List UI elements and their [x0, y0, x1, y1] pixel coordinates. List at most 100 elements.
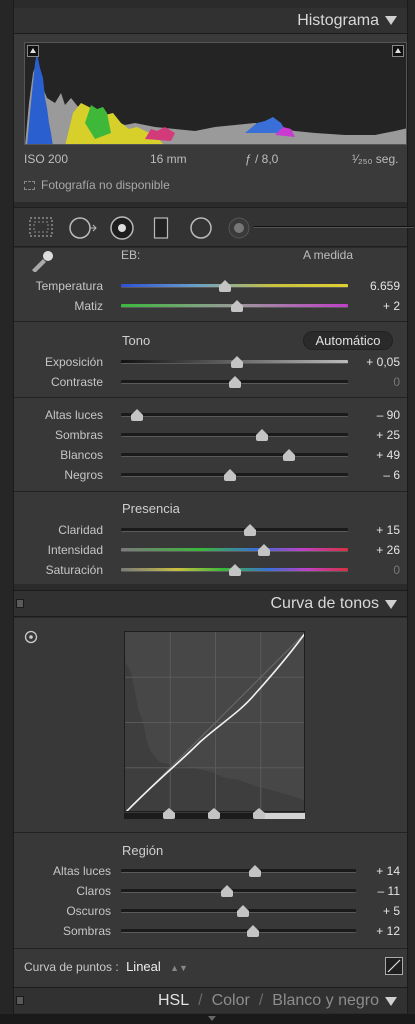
histogram-header[interactable]: Histograma: [14, 8, 407, 34]
highlights-value[interactable]: – 90: [377, 408, 400, 422]
right-scrollbar[interactable]: [407, 0, 415, 1024]
tc-darks-value[interactable]: + 5: [383, 904, 400, 918]
tab-separator: /: [258, 992, 264, 1009]
shadows-track[interactable]: [121, 433, 348, 437]
exposure-row[interactable]: Exposición + 0,05: [14, 352, 407, 372]
tc-shadows-row[interactable]: Sombras + 12: [14, 921, 407, 941]
wb-label: EB:: [121, 248, 141, 262]
tint-value[interactable]: + 2: [383, 299, 400, 313]
vibrance-value[interactable]: + 26: [376, 543, 400, 557]
tint-row[interactable]: Matiz + 2: [14, 296, 407, 316]
tc-darks-row[interactable]: Oscuros + 5: [14, 901, 407, 921]
shadow-clipping-icon[interactable]: [27, 45, 39, 57]
select-arrows-icon[interactable]: ▲▼: [170, 963, 188, 973]
point-curve-select[interactable]: Lineal: [126, 959, 161, 974]
point-curve-label: Curva de puntos :: [24, 960, 119, 974]
saturation-label: Saturación: [45, 563, 103, 577]
temperature-row[interactable]: Temperatura 6.659: [14, 276, 407, 296]
auto-tone-button[interactable]: Automático: [303, 331, 393, 350]
exposure-label: Exposición: [44, 355, 103, 369]
wb-value[interactable]: A medida: [303, 248, 353, 262]
point-curve-row: Curva de puntos : Lineal ▲▼: [24, 959, 188, 974]
vibrance-row[interactable]: Intensidad + 26: [14, 540, 407, 560]
tc-lights-value[interactable]: – 11: [378, 884, 400, 898]
tint-label: Matiz: [74, 299, 103, 313]
tone-curve-title: Curva de tonos: [270, 595, 379, 612]
vibrance-label: Intensidad: [47, 543, 103, 557]
target-adjustment-icon[interactable]: [24, 630, 38, 647]
hsl-tabs: HSL / Color / Blanco y negro: [158, 992, 379, 1010]
clarity-row[interactable]: Claridad + 15: [14, 520, 407, 540]
divider: [14, 321, 407, 322]
tc-lights-label: Claros: [76, 884, 111, 898]
divider: [14, 832, 407, 833]
shadows-label: Sombras: [54, 428, 103, 442]
hsl-header[interactable]: HSL / Color / Blanco y negro: [14, 987, 407, 1013]
crop-overlay-icon[interactable]: [28, 216, 54, 241]
vibrance-track[interactable]: [121, 548, 348, 552]
saturation-row[interactable]: Saturación 0: [14, 560, 407, 580]
spot-removal-icon[interactable]: [68, 216, 100, 243]
shadows-value[interactable]: + 25: [376, 428, 400, 442]
tc-shadows-value[interactable]: + 12: [376, 924, 400, 938]
clarity-value[interactable]: + 15: [376, 523, 400, 537]
histogram-title: Histograma: [297, 12, 379, 29]
exposure-value[interactable]: + 0,05: [366, 355, 400, 369]
highlights-track[interactable]: [121, 413, 348, 417]
aperture: ƒ / 8,0: [245, 152, 279, 166]
edit-point-curve-icon[interactable]: [385, 957, 403, 975]
highlights-row[interactable]: Altas luces – 90: [14, 405, 407, 425]
brush-size-slider[interactable]: [254, 226, 414, 228]
tab-black-white[interactable]: Blanco y negro: [272, 992, 379, 1009]
tone-curve-header[interactable]: Curva de tonos: [14, 590, 407, 617]
highlight-clipping-icon[interactable]: [392, 45, 404, 57]
contrast-label: Contraste: [50, 375, 103, 389]
temperature-value[interactable]: 6.659: [370, 279, 400, 293]
clarity-track[interactable]: [121, 528, 348, 532]
saturation-value[interactable]: 0: [393, 563, 400, 577]
left-edge: [0, 0, 14, 1024]
blacks-label: Negros: [64, 468, 103, 482]
photo-placeholder-icon: [24, 181, 35, 190]
tc-darks-label: Oscuros: [66, 904, 111, 918]
divider: [14, 491, 407, 492]
white-balance-row[interactable]: EB: A medida: [14, 248, 407, 264]
whites-value[interactable]: + 49: [376, 448, 400, 462]
contrast-row[interactable]: Contraste 0: [14, 372, 407, 392]
whites-row[interactable]: Blancos + 49: [14, 445, 407, 465]
collapse-triangle-icon[interactable]: [385, 600, 397, 609]
whites-track[interactable]: [121, 453, 348, 457]
radial-filter-icon[interactable]: [188, 216, 214, 243]
blacks-row[interactable]: Negros – 6: [14, 465, 407, 485]
tc-highlights-track[interactable]: [121, 869, 356, 873]
histogram-graph[interactable]: [24, 42, 407, 145]
tc-shadows-track[interactable]: [121, 929, 356, 933]
blacks-value[interactable]: – 6: [383, 468, 400, 482]
region-section-title: Región: [122, 843, 164, 858]
tc-highlights-row[interactable]: Altas luces + 14: [14, 861, 407, 881]
tc-highlights-value[interactable]: + 14: [376, 864, 400, 878]
tab-color[interactable]: Color: [212, 992, 250, 1009]
contrast-value[interactable]: 0: [393, 375, 400, 389]
presence-section-title: Presencia: [122, 501, 180, 516]
shadows-row[interactable]: Sombras + 25: [14, 425, 407, 445]
shutter-speed: ¹⁄₂₅₀ seg.: [352, 152, 399, 166]
tc-lights-track[interactable]: [121, 889, 356, 893]
collapse-triangle-icon[interactable]: [385, 997, 397, 1006]
graduated-filter-icon[interactable]: [153, 216, 169, 243]
tone-curve-graph[interactable]: [124, 631, 305, 812]
clarity-label: Claridad: [58, 523, 103, 537]
tool-strip: [14, 207, 414, 247]
tab-hsl[interactable]: HSL: [158, 992, 189, 1009]
adjustment-brush-icon[interactable]: [226, 216, 252, 243]
bottom-panel-bar[interactable]: [0, 1014, 415, 1024]
red-eye-icon[interactable]: [110, 216, 134, 243]
region-bar-light: [263, 813, 305, 819]
tc-lights-row[interactable]: Claros – 11: [14, 881, 407, 901]
temperature-track[interactable]: [121, 284, 348, 288]
chevron-down-icon[interactable]: [208, 1016, 216, 1021]
panel-toggle-switch[interactable]: [16, 599, 24, 608]
collapse-triangle-icon[interactable]: [385, 16, 397, 25]
focal-length: 16 mm: [150, 152, 187, 166]
panel-toggle-switch[interactable]: [16, 996, 24, 1005]
